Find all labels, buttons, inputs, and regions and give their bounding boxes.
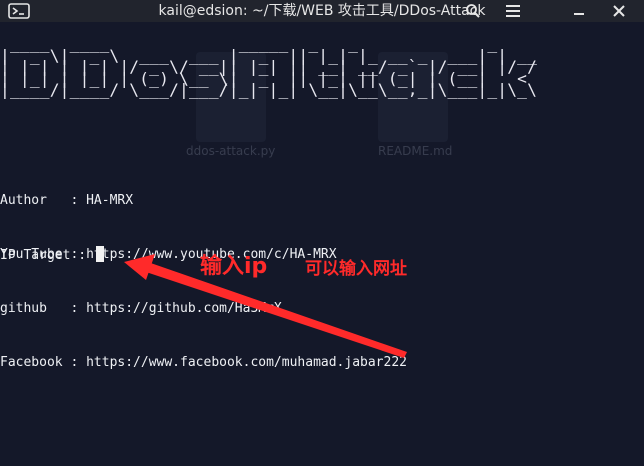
window-titlebar: kail@edsion: ~/下载/WEB 攻击工具/DDos-Attack — [0, 0, 644, 22]
info-line-facebook: Facebook : https://www.facebook.com/muha… — [0, 355, 407, 370]
annotation-enter-ip: 输入ip — [200, 254, 268, 279]
banner-line: |____/|____/ \___/|___/|_| |_| \__|\__\_… — [0, 80, 538, 99]
ddos-attack-ascii-banner: ____ ____ _____ _ _ _ | _ \| _ \ ___ ___… — [0, 35, 538, 99]
info-line-author: Author : HA-MRX — [0, 193, 134, 208]
annotation-enter-url: 可以输入网址 — [305, 259, 407, 279]
hamburger-menu-icon[interactable] — [502, 0, 524, 22]
info-line-github: github : https://github.com/Ha3MrX — [0, 301, 282, 316]
author-info-block: Author : HA-MRX You Tube : https://www.y… — [0, 156, 407, 408]
terminal-view[interactable]: ddos-attack.py README.md ____ ____ _____… — [0, 22, 644, 466]
text-cursor — [95, 246, 104, 262]
window-title: kail@edsion: ~/下载/WEB 攻击工具/DDos-Attack — [158, 3, 486, 19]
prompt-label: IP Target : — [0, 248, 94, 263]
minimize-icon[interactable] — [568, 0, 590, 22]
ip-target-prompt[interactable]: IP Target : — [0, 246, 104, 265]
close-icon[interactable] — [608, 0, 630, 22]
search-icon[interactable] — [462, 0, 484, 22]
